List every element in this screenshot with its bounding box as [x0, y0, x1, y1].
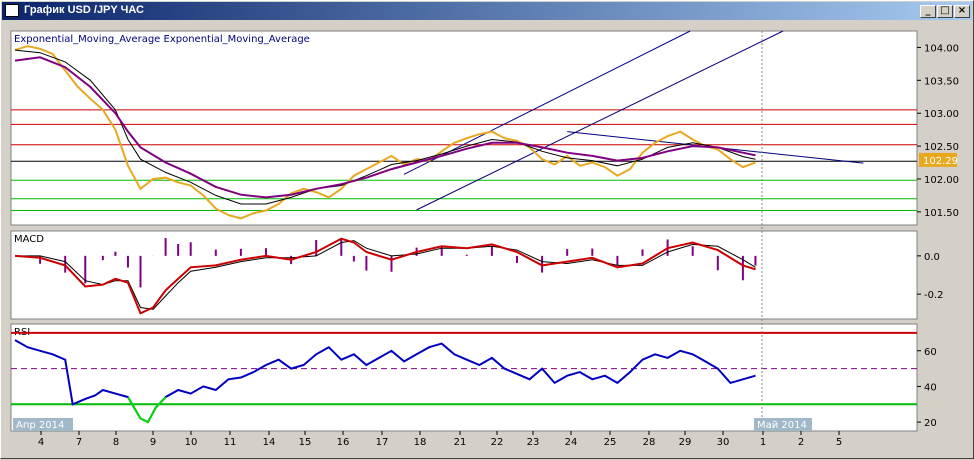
x-tick-label: 30: [717, 437, 730, 448]
macd-y-axis: 0.0 -0.2: [917, 252, 944, 301]
price-tick-label: 102.00: [924, 175, 959, 186]
rsi-tick-label: 40: [924, 382, 937, 393]
x-tick-label: 2: [798, 437, 804, 448]
x-tick-label: 14: [263, 437, 276, 448]
x-tick-label: 9: [150, 437, 156, 448]
last-price-label: 102.29: [923, 156, 958, 167]
x-tick-label: 15: [299, 437, 312, 448]
x-axis: 4 7 8 9 10 11 14 15 16 17 18 21 22 23 24 25 28 29 30 1 2 5: [38, 431, 842, 448]
x-tick-label: 21: [454, 437, 467, 448]
price-tick-label: 101.50: [924, 208, 959, 219]
period-label-may: Май 2014: [757, 420, 807, 431]
x-tick-label: 22: [491, 437, 504, 448]
x-tick-label: 17: [376, 437, 389, 448]
price-tick-label: 103.00: [924, 109, 959, 120]
x-tick-label: 1: [760, 437, 766, 448]
macd-tick-label: 0.0: [924, 252, 940, 263]
x-tick-label: 11: [224, 437, 237, 448]
x-tick-label: 25: [604, 437, 617, 448]
rsi-tick-label: 60: [924, 347, 937, 358]
chart-window: График USD /JPY ЧАС _ □ × Exponential_Mo…: [0, 0, 974, 459]
chart-canvas: Exponential_Moving_Average Exponential_M…: [10, 30, 959, 448]
x-tick-label: 5: [836, 437, 842, 448]
x-tick-label: 18: [414, 437, 427, 448]
x-tick-label: 24: [565, 437, 578, 448]
price-plot-area[interactable]: [10, 30, 918, 226]
x-tick-label: 4: [38, 437, 44, 448]
macd-plot-area[interactable]: [10, 230, 918, 320]
price-legend: Exponential_Moving_Average Exponential_M…: [14, 34, 310, 45]
price-y-axis: 104.00 103.50 103.00 102.50 102.00 101.50: [917, 43, 959, 219]
rsi-y-axis: 60 40 20: [917, 347, 937, 429]
macd-panel: MACD 0.0 -0.2: [10, 230, 944, 320]
x-tick-label: 8: [113, 437, 119, 448]
x-tick-label: 10: [185, 437, 198, 448]
x-tick-label: 29: [679, 437, 692, 448]
rsi-tick-label: 20: [924, 418, 937, 429]
price-tick-label: 104.00: [924, 43, 959, 54]
rsi-panel: RSI 604020: [10, 323, 937, 432]
rsi-plot-area[interactable]: [10, 323, 918, 432]
x-tick-label: 23: [527, 437, 540, 448]
price-tick-label: 102.50: [924, 142, 959, 153]
price-panel: Exponential_Moving_Average Exponential_M…: [10, 30, 959, 226]
x-tick-label: 28: [643, 437, 656, 448]
macd-tick-label: -0.2: [924, 290, 944, 301]
price-tick-label: 103.50: [924, 76, 959, 87]
period-label-apr: Апр 2014: [16, 420, 64, 431]
last-price-marker: 102.29: [919, 152, 958, 167]
x-tick-label: 16: [337, 437, 350, 448]
x-tick-label: 7: [76, 437, 82, 448]
macd-legend: MACD: [14, 234, 44, 245]
